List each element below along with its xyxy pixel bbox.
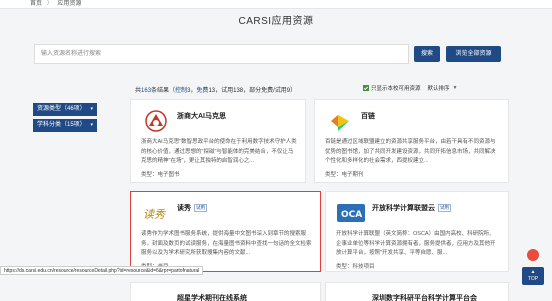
side-filter: 资源类型（46项） ▾ 学科分类（15项） ▾ <box>33 103 97 135</box>
duxiu-logo-icon: 读秀 <box>141 201 171 225</box>
side-filter-resource-type[interactable]: 资源类型（46项） ▾ <box>33 103 97 116</box>
resource-card[interactable]: 超星学术期刊在线系统 <box>130 282 321 301</box>
breadcrumb: 首页 〉 应用资源 <box>0 0 552 9</box>
ai-marx-logo-icon <box>141 109 171 133</box>
only-auth-label[interactable]: 只显示本校可用资源 <box>371 84 421 92</box>
card-type: 类型：电子期刊 <box>325 172 364 178</box>
status-bar-url: https://ds.carsi.edu.cn/resource/resourc… <box>0 266 204 275</box>
search-bar: 搜索 浏览全部资源 <box>34 44 501 64</box>
resource-card[interactable]: 深圳数字科研平台科学计算平台会 <box>325 282 509 301</box>
card-title[interactable]: 百链 <box>361 111 375 121</box>
card-title[interactable]: 开放科学计算联盟云 试用 <box>372 203 451 213</box>
page-title: CARSI应用资源 <box>238 16 314 27</box>
search-button[interactable]: 搜索 <box>414 46 440 62</box>
notification-badge[interactable] <box>527 249 539 261</box>
breadcrumb-current: 应用资源 <box>57 1 82 7</box>
breadcrumb-home[interactable]: 首页 <box>30 1 42 7</box>
results-rest: ，试用138，部分免费/试用9） <box>215 88 297 94</box>
card-description: 读秀作为学术图书服务系统，提供海量中文图书深入到章节的搜索服务，封面及数页的试读… <box>141 231 312 256</box>
card-title[interactable]: 深圳数字科研平台科学计算平台会 <box>372 293 477 301</box>
chevron-down-icon: ▾ <box>90 106 93 112</box>
arrow-up-icon: ▲ <box>530 269 536 275</box>
side-filter-label: 资源类型（46项） <box>37 106 86 112</box>
filter-bar: 只显示本校可用资源 默认排序 ▼ <box>363 84 457 92</box>
search-input[interactable] <box>34 44 409 64</box>
resource-card[interactable]: OCA 开放科学计算联盟云 试用 开放科学计算联盟（英文简称：OSCA）由国内高校… <box>325 191 509 272</box>
resource-card[interactable]: 百链 百链是通过区域联盟建立的资源共享服务平台，由若干具有不同资源与优势的图书馆… <box>314 99 509 183</box>
osca-logo-icon: OCA <box>336 201 366 225</box>
card-title[interactable]: 读秀 试用 <box>177 203 207 213</box>
results-total: 163 <box>141 88 152 94</box>
card-type: 类型：电子图书 <box>141 172 180 178</box>
card-description: 开放科学计算联盟（英文简称：OSCA）由国内高校、科研院所、企事业单位等科学计算… <box>336 231 496 256</box>
sort-label: 默认排序 <box>427 86 450 92</box>
card-description: 百链是通过区域联盟建立的资源共享服务平台，由若干具有不同资源与优势的图书馆，加了… <box>325 139 496 164</box>
trial-badge: 试用 <box>194 204 207 213</box>
card-title[interactable]: 超星学术期刊在线系统 <box>177 293 247 301</box>
top-label: TOP <box>527 276 539 282</box>
chevron-down-icon: ▾ <box>90 122 93 128</box>
card-type: 类型：科技项目 <box>336 264 375 270</box>
side-filter-label: 学科分类（15项） <box>37 122 86 128</box>
trial-badge: 试用 <box>438 204 451 213</box>
results-summary: 共163条结果（控制3，免费13，试用138，部分免费/试用9） <box>135 85 296 94</box>
browse-all-button[interactable]: 浏览全部资源 <box>446 46 501 62</box>
card-title[interactable]: 浙商大AI马克思 <box>177 111 226 121</box>
sort-select[interactable]: 默认排序 ▼ <box>428 84 458 92</box>
chevron-down-icon: ▼ <box>452 85 458 91</box>
svg-text:读秀: 读秀 <box>143 208 167 221</box>
resource-card[interactable]: 读秀 读秀 试用 读秀作为学术图书服务系统，提供海量中文图书深入到章节的搜索服务，… <box>130 191 321 272</box>
card-description: 浙商大AI马克思"数智思政平台的使命在于利用数字技术守护人类的核心价值，通过思想… <box>141 139 297 164</box>
resource-card[interactable]: 浙商大AI马克思 浙商大AI马克思"数智思政平台的使命在于利用数字技术守护人类的… <box>130 99 306 183</box>
free-link[interactable]: 免费 <box>196 88 208 94</box>
only-auth-checkbox[interactable] <box>363 85 369 91</box>
back-to-top-button[interactable]: ▲ TOP <box>522 267 544 285</box>
breadcrumb-separator: 〉 <box>46 1 53 7</box>
svg-text:OCA: OCA <box>341 210 362 220</box>
controlled-link[interactable]: 控制 <box>175 88 187 94</box>
results-mid: 条结果（ <box>151 88 176 94</box>
side-filter-subject[interactable]: 学科分类（15项） ▾ <box>33 119 97 132</box>
bailian-logo-icon <box>325 109 355 133</box>
